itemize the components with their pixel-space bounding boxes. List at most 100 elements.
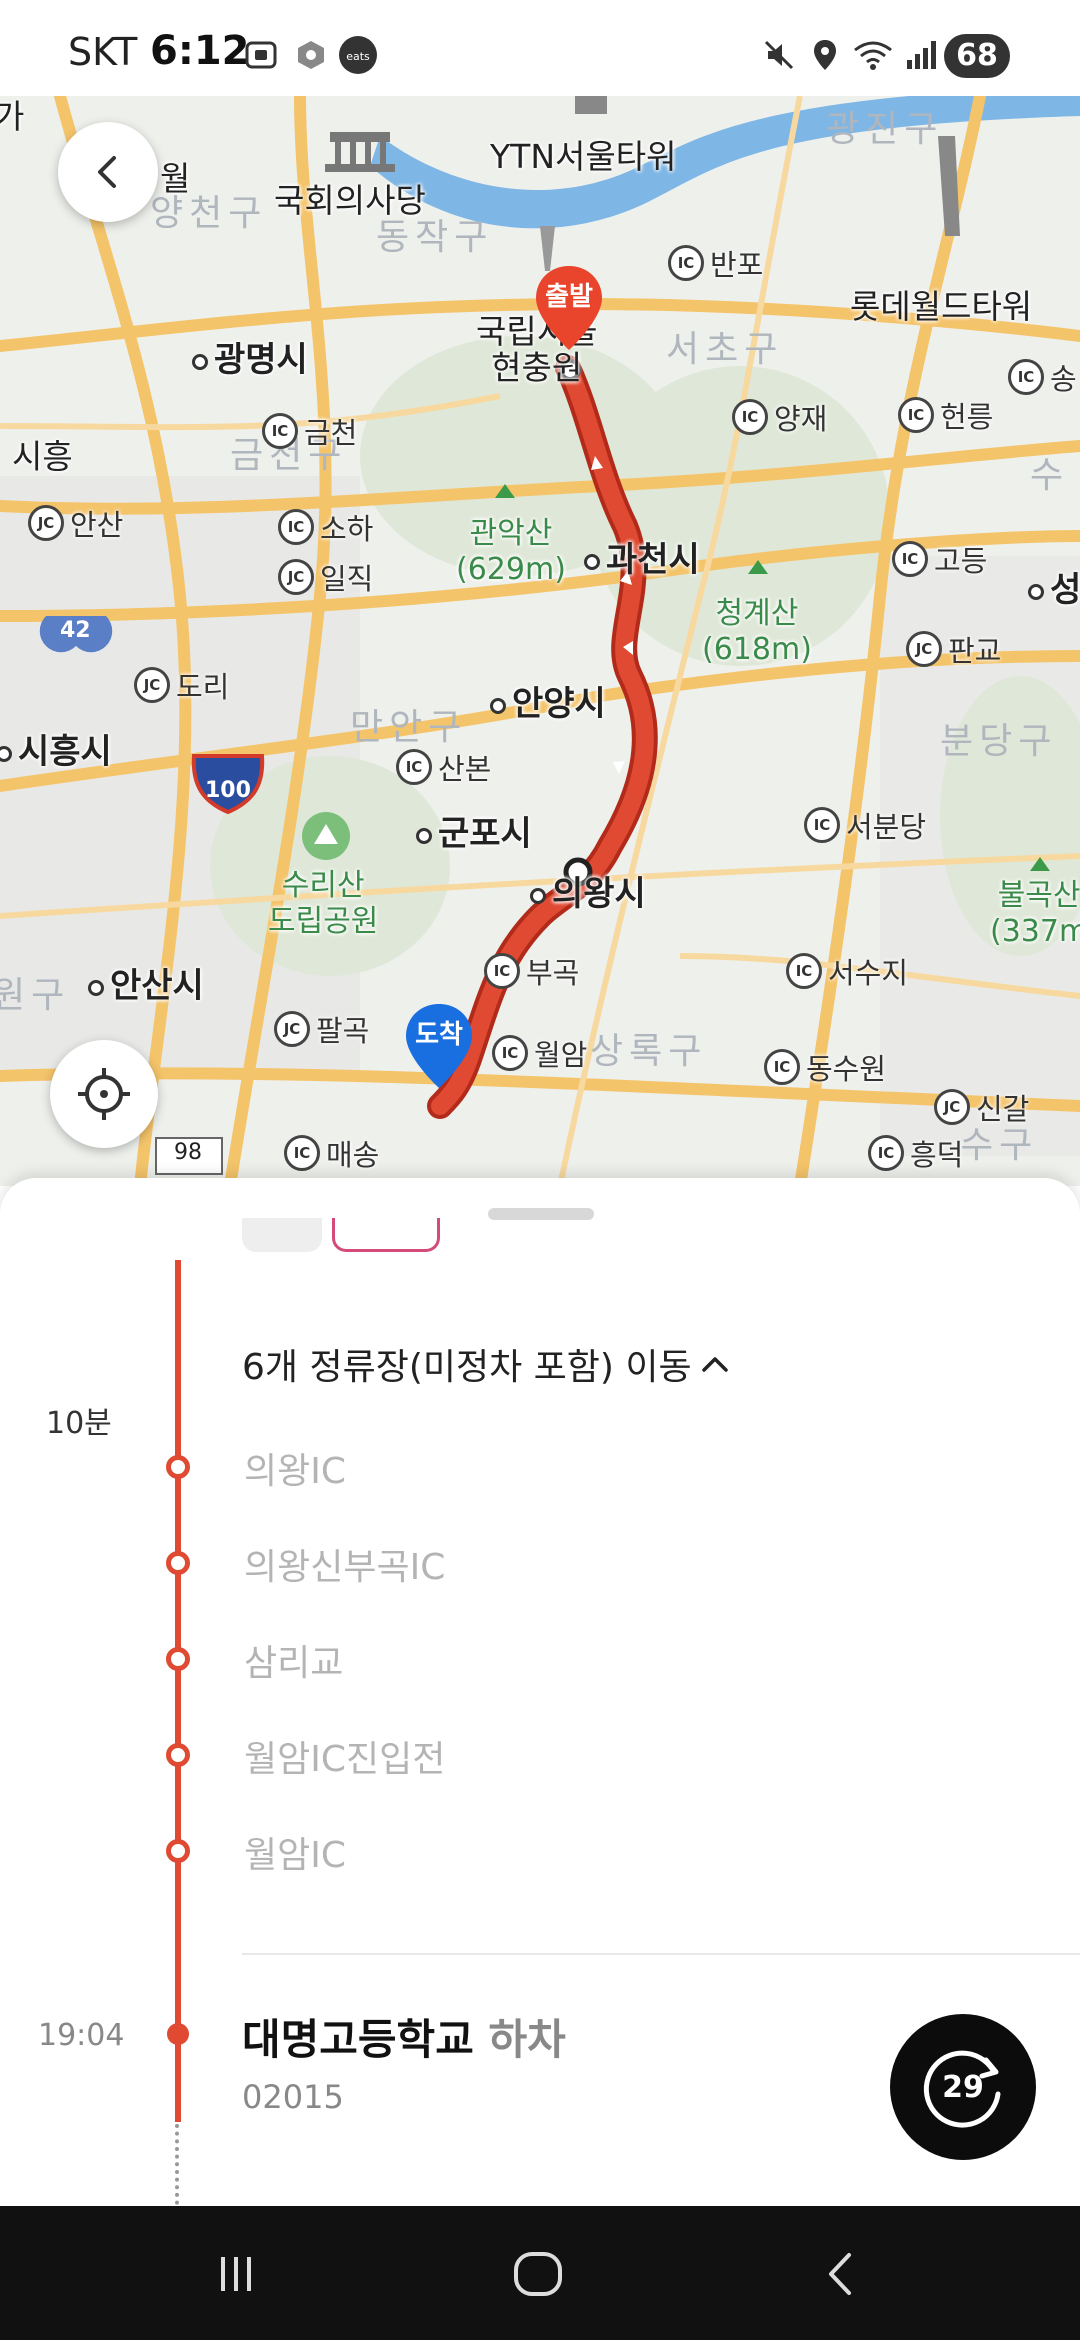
chevron-up-icon	[701, 1357, 728, 1372]
battery-level: 68	[944, 34, 1010, 78]
ic-heolleung: IC 헌릉	[898, 394, 993, 436]
svg-text:eats: eats	[346, 50, 370, 63]
back-icon	[829, 2253, 851, 2295]
label-gwacheon: 과천시	[584, 532, 700, 581]
label-siheung: 시흥시	[0, 724, 112, 773]
info-chip-outlined	[332, 1218, 440, 1252]
jc-singal: JC 신갈	[934, 1086, 1029, 1128]
stop-node	[166, 1647, 190, 1671]
screenshot-icon	[245, 41, 277, 69]
label-ansan: 안산시	[88, 958, 204, 1007]
recent-apps-button[interactable]	[206, 2246, 266, 2302]
info-chip	[242, 1218, 322, 1252]
jc-ansan: JC 안산	[28, 502, 123, 544]
jc-ilik: JC 일직	[278, 556, 373, 598]
chevron-left-icon	[98, 156, 116, 188]
ic-seobundang: IC 서분당	[804, 804, 926, 846]
arrival-stop-name: 대명고등학교	[242, 2015, 474, 2064]
district-gwangjin: 광진구	[826, 109, 944, 150]
home-icon	[514, 2252, 562, 2296]
jc-dori: JC 도리	[134, 664, 229, 706]
district-danwon: 원구	[0, 975, 71, 1016]
jc-palgok: JC 팔곡	[274, 1008, 369, 1050]
recent-apps-icon	[221, 2257, 251, 2291]
back-nav-button[interactable]	[812, 2246, 872, 2302]
divider	[242, 1953, 1080, 1955]
current-location-button[interactable]	[50, 1040, 158, 1148]
crosshair-icon	[78, 1068, 130, 1120]
route-map[interactable]: YTN서울타워 국회의사당 롯데월드타워 국립서울 현충원 광명시 과천시 안양…	[0, 96, 1080, 1186]
district-yangcheon: 양천구	[150, 193, 268, 234]
carrier-name: SKT	[68, 30, 138, 74]
label-gwangmyeong: 광명시	[192, 332, 308, 381]
jc-pangyo: JC 판교	[906, 628, 1001, 670]
ic-godeung: IC 고등	[892, 538, 987, 580]
label-gwanaksan: 관악산 (629m)	[456, 516, 566, 587]
ic-wolam: IC 월암	[492, 1032, 587, 1074]
ic-heungdeok: IC 흥덕	[868, 1132, 963, 1174]
ic-yangjae: IC 양재	[732, 396, 827, 438]
ic-geumcheon: IC 금천	[262, 410, 357, 452]
stop-name[interactable]: 의왕신부곡IC	[244, 1538, 445, 1590]
stop-node	[166, 1743, 190, 1767]
tower-icon	[575, 96, 607, 114]
stop-node	[166, 1839, 190, 1863]
district-sangrok: 상록구	[590, 1031, 708, 1072]
ic-maesong: IC 매송	[284, 1132, 379, 1174]
ic-sanbon: IC 산본	[396, 746, 491, 788]
system-navigation-bar	[0, 2206, 1080, 2340]
assembly-icon	[325, 132, 395, 172]
ic-bugok: IC 부곡	[484, 950, 579, 992]
label-uiwang: 의왕시	[530, 866, 646, 915]
stop-name[interactable]: 의왕IC	[244, 1442, 346, 1494]
district-manan: 만안구	[350, 707, 468, 748]
origin-pin[interactable]: 출발	[534, 264, 604, 352]
arrival-node	[167, 2023, 189, 2045]
ic-banpo: IC 반포	[668, 242, 763, 284]
label-surisan-park: 수리산 도립공원	[268, 868, 379, 939]
origin-pin-label: 출발	[545, 282, 593, 312]
mute-icon	[764, 40, 794, 70]
stops-expand-toggle[interactable]: 6개 정류장(미정차 포함) 이동	[242, 1338, 732, 1390]
label-seong: 성	[1028, 562, 1080, 611]
label-lotte-world-tower: 롯데월드타워	[850, 287, 1033, 326]
label-fragment-siheung: 시흥	[12, 437, 73, 476]
stop-name[interactable]: 월암IC진입전	[244, 1730, 445, 1782]
district-sujeong: 수	[1030, 455, 1070, 496]
district-bundang: 분당구	[940, 721, 1058, 762]
district-seocho: 서초구	[666, 329, 784, 370]
app-notification-icon	[298, 41, 324, 69]
sheet-drag-handle[interactable]	[488, 1208, 594, 1220]
route-100-number: 100	[205, 778, 251, 803]
label-fragment-ga: 가	[0, 97, 25, 136]
arrival-stop-code: 02015	[242, 2078, 344, 2116]
label-ytn-tower: YTN서울타워	[490, 137, 677, 176]
route-42-number: 42	[60, 618, 91, 643]
ic-soha: IC 소하	[278, 506, 373, 548]
route-98-number: 98	[174, 1140, 202, 1165]
signal-icon	[907, 41, 936, 69]
arrival-time: 19:04	[38, 2018, 125, 2053]
back-button[interactable]	[58, 122, 158, 222]
ride-duration: 10분	[46, 1406, 112, 1441]
wifi-icon	[854, 41, 892, 70]
ic-song: IC 송	[1008, 356, 1077, 398]
stops-summary: 6개 정류장(미정차 포함) 이동	[242, 1347, 692, 1388]
label-cheonggyesan: 청계산 (618m)	[702, 596, 812, 667]
home-button[interactable]	[508, 2246, 568, 2302]
arrival-action: 하차	[473, 2015, 566, 2064]
stop-name[interactable]: 삼리교	[244, 1634, 343, 1686]
location-icon	[814, 40, 836, 70]
refresh-button[interactable]: 29	[890, 2014, 1036, 2160]
clock: 6:12	[150, 28, 250, 74]
destination-pin[interactable]: 도착	[404, 1002, 474, 1090]
stop-name[interactable]: 월암IC	[244, 1826, 346, 1878]
arrival-stop[interactable]: 대명고등학교 하차	[242, 2006, 566, 2067]
district-dongjak: 동작구	[376, 217, 494, 258]
ic-dongsuwon: IC 동수원	[764, 1046, 886, 1088]
timeline-walk-dots	[175, 2124, 179, 2206]
status-bar: SKT 6:12 eats 68	[0, 0, 1080, 96]
coupang-eats-icon: eats	[339, 36, 377, 74]
ic-seosuji: IC 서수지	[786, 950, 908, 992]
label-gunpo: 군포시	[416, 806, 532, 855]
